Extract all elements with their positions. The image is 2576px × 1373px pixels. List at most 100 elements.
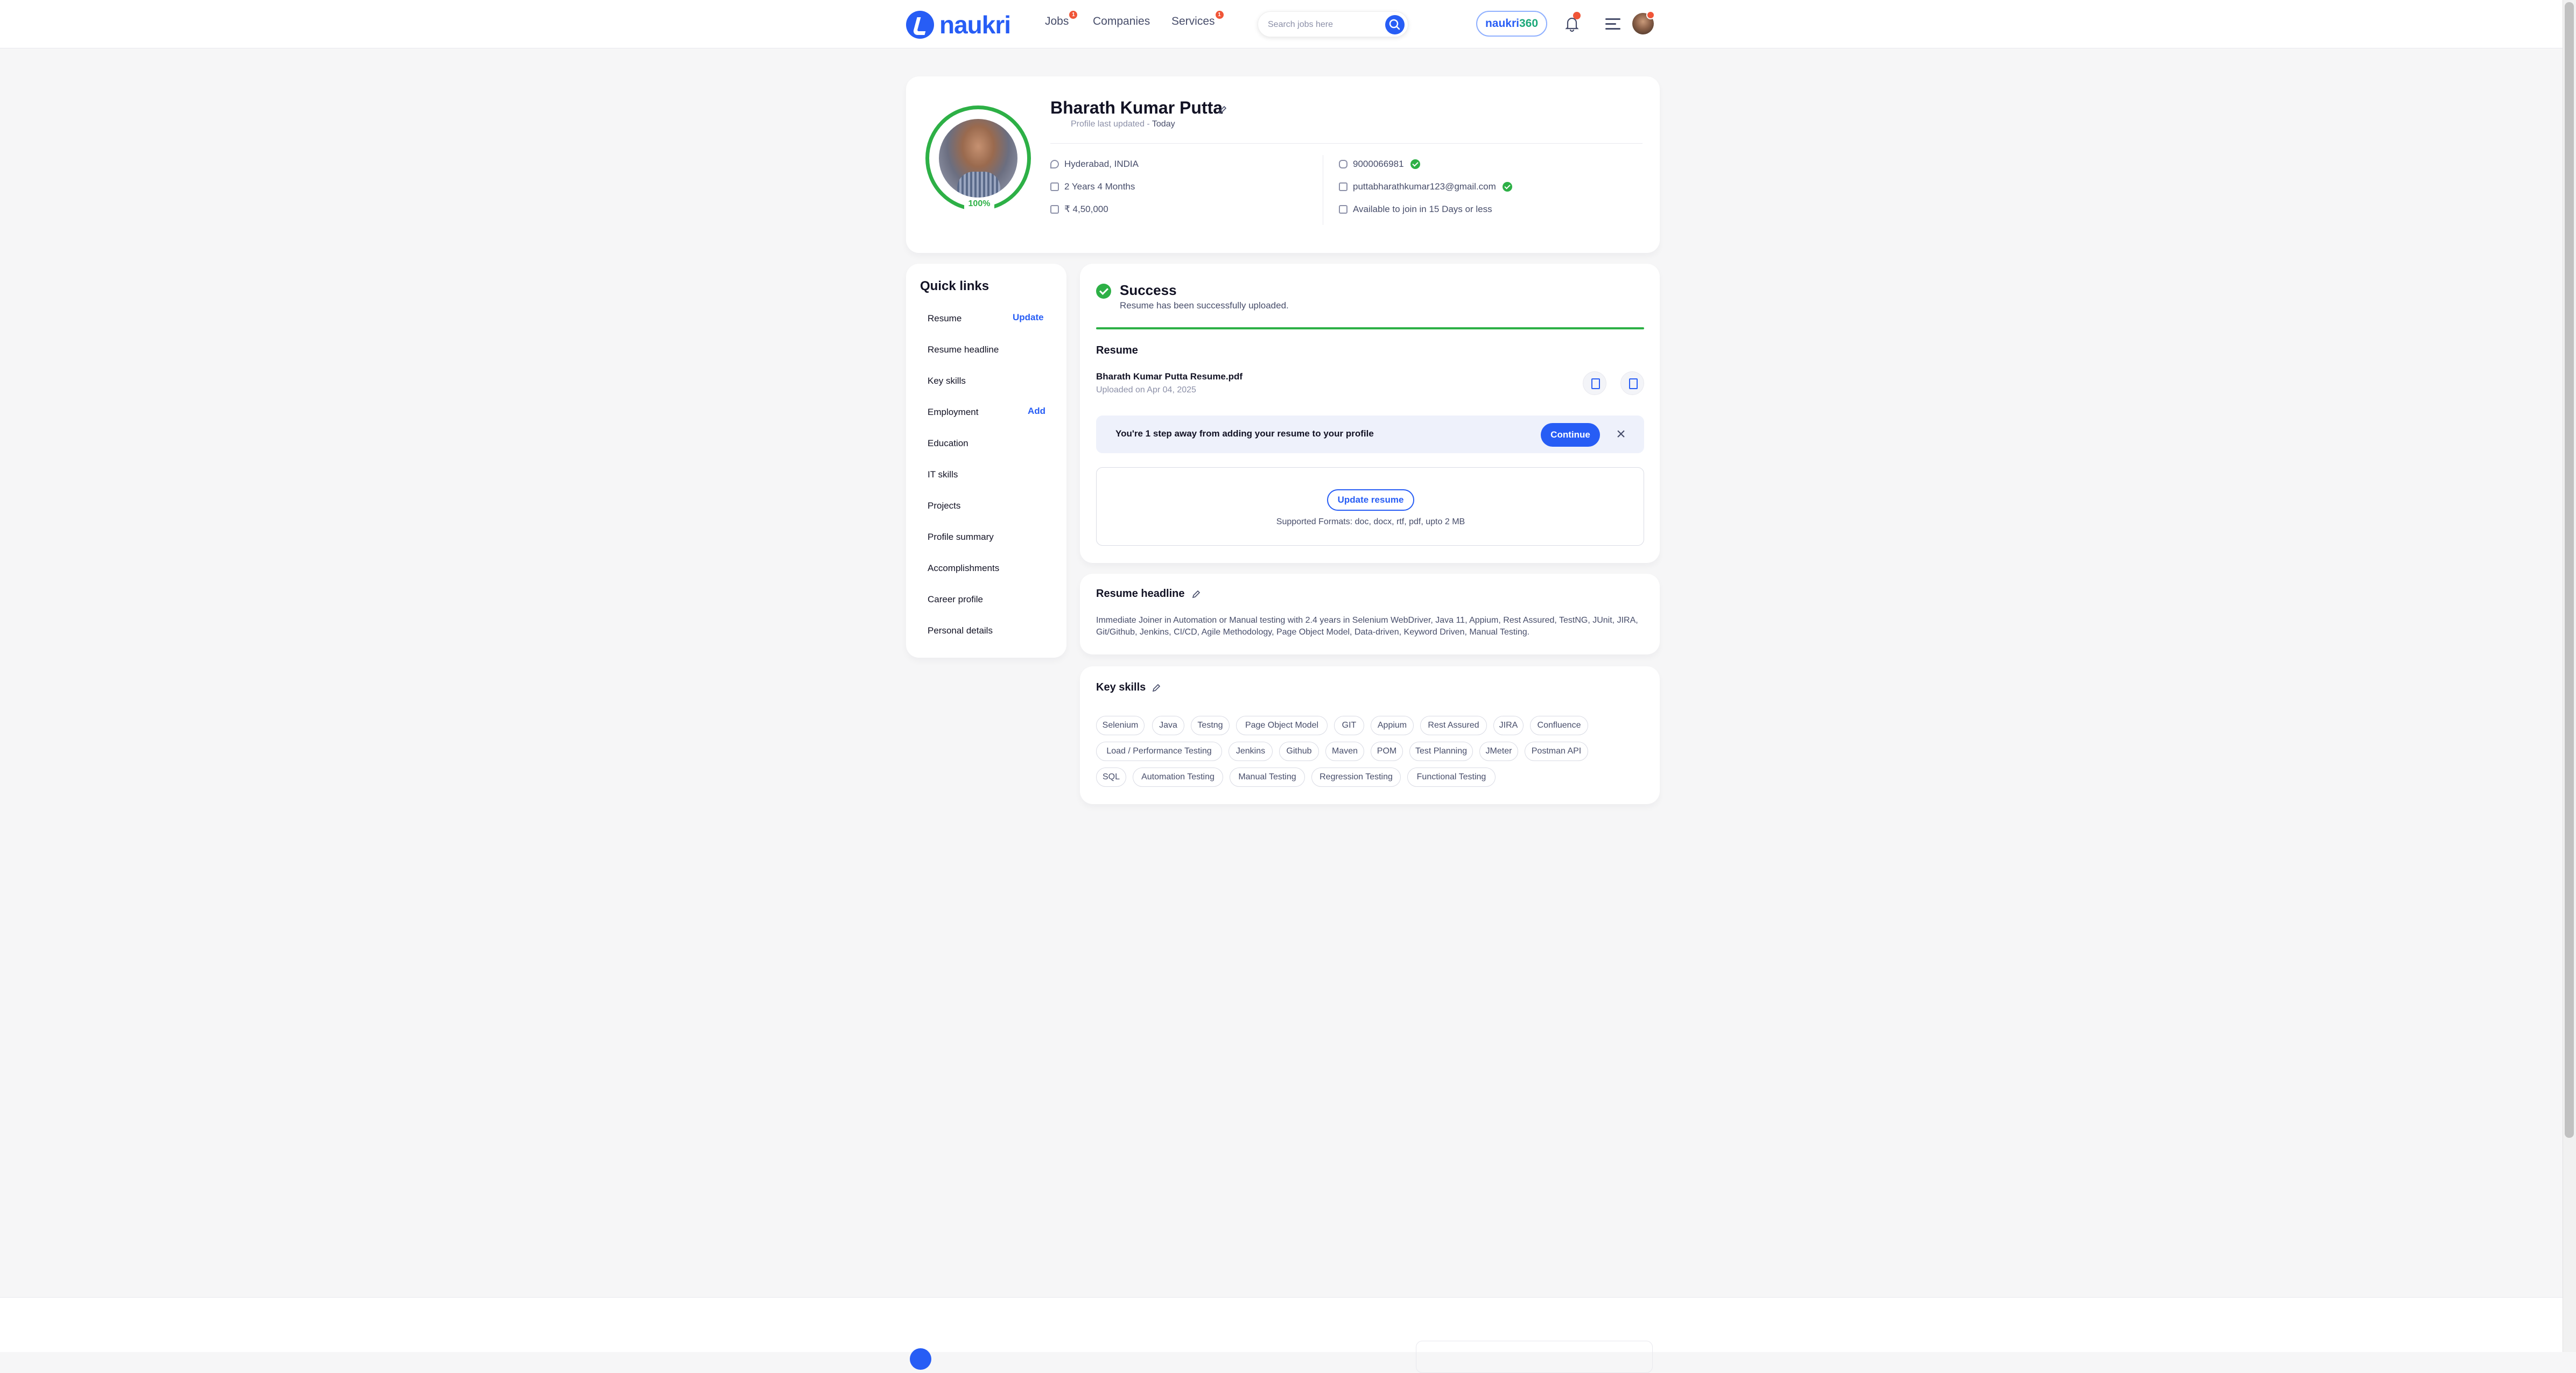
nav-companies-label: Companies <box>1093 15 1150 27</box>
updated-value: Today <box>1152 119 1175 129</box>
skill-chip: SQL <box>1096 768 1126 787</box>
menu-icon[interactable] <box>1605 18 1620 30</box>
phone-icon <box>1339 160 1347 168</box>
email-info: puttabharathkumar123@gmail.com <box>1339 181 1512 192</box>
skill-chip: Rest Assured <box>1420 716 1487 735</box>
logo-text: naukri <box>939 11 1011 39</box>
quick-link-personal-details[interactable]: Personal details <box>928 625 993 636</box>
completion-percent: 100% <box>964 199 994 211</box>
profile-photo[interactable] <box>939 119 1017 198</box>
skill-chip: Page Object Model <box>1236 716 1328 735</box>
search-icon <box>1389 19 1400 30</box>
nav-services-label: Services <box>1171 15 1215 27</box>
resume-banner: You're 1 step away from adding your resu… <box>1096 416 1644 453</box>
scrollbar-thumb[interactable] <box>2565 2 2574 1138</box>
search-bar[interactable] <box>1258 11 1408 37</box>
naukri-logo-icon <box>906 11 934 39</box>
quick-links-card: Quick links Resume Update Resume headlin… <box>906 264 1066 658</box>
quick-link-career-profile[interactable]: Career profile <box>928 594 983 605</box>
close-icon[interactable]: × <box>1613 426 1629 442</box>
availability-info: Available to join in 15 Days or less <box>1339 204 1492 215</box>
quick-link-key-skills[interactable]: Key skills <box>928 376 966 386</box>
top-header: naukri Jobs 1 Companies Services 1 naukr… <box>0 0 2576 48</box>
jobs-badge: 1 <box>1069 11 1078 19</box>
skill-chip: JIRA <box>1493 716 1524 735</box>
nav-jobs[interactable]: Jobs 1 <box>1045 11 1078 28</box>
skill-chip: Postman API <box>1525 742 1588 761</box>
skill-chip: Functional Testing <box>1407 768 1496 787</box>
salary-text: ₹ 4,50,000 <box>1064 204 1108 214</box>
continue-button[interactable]: Continue <box>1541 423 1600 447</box>
quick-link-profile-summary[interactable]: Profile summary <box>928 532 994 543</box>
resume-upload-date: Uploaded on Apr 04, 2025 <box>1096 385 1196 395</box>
banner-text: You're 1 step away from adding your resu… <box>1115 428 1374 439</box>
phone-info: 9000066981 <box>1339 159 1420 170</box>
search-input[interactable] <box>1267 18 1374 31</box>
headline-title: Resume headline <box>1096 588 1185 600</box>
page-footer <box>0 1297 2576 1373</box>
delete-icon[interactable] <box>1620 371 1644 395</box>
quick-link-projects[interactable]: Projects <box>928 501 960 511</box>
naukri-logo[interactable]: naukri <box>906 9 1011 41</box>
notification-badge <box>1573 12 1581 19</box>
nav-services[interactable]: Services 1 <box>1171 11 1224 28</box>
update-resume-button[interactable]: Update resume <box>1327 489 1414 511</box>
success-progress-bar <box>1096 327 1644 329</box>
skill-chip: Testng <box>1191 716 1230 735</box>
profile-completion-ring <box>925 105 1031 211</box>
resume-card: Success Resume has been successfully upl… <box>1080 264 1660 563</box>
quick-link-education[interactable]: Education <box>928 438 968 449</box>
email-text: puttabharathkumar123@gmail.com <box>1353 181 1496 192</box>
headline-text: Immediate Joiner in Automation or Manual… <box>1096 616 1638 637</box>
skill-chip: Automation Testing <box>1133 768 1223 787</box>
phone-text: 9000066981 <box>1353 159 1404 169</box>
footer-app-box <box>1416 1341 1653 1373</box>
naukri360-button[interactable]: naukri 360 <box>1476 11 1547 37</box>
email-verified-icon <box>1502 182 1512 192</box>
skill-chip: Confluence <box>1530 716 1588 735</box>
skill-chip: Appium <box>1371 716 1414 735</box>
skill-chip: JMeter <box>1479 742 1518 761</box>
success-check-icon <box>1096 284 1111 299</box>
quick-link-resume-headline[interactable]: Resume headline <box>928 344 999 355</box>
skill-chip: Jenkins <box>1229 742 1273 761</box>
edit-name-pencil-icon[interactable] <box>1217 104 1228 115</box>
upload-dropzone[interactable]: Update resume Supported Formats: doc, do… <box>1096 467 1644 546</box>
quick-link-it-skills[interactable]: IT skills <box>928 469 958 480</box>
calendar-icon <box>1339 205 1347 214</box>
skill-chip: Regression Testing <box>1311 768 1401 787</box>
employment-add-link[interactable]: Add <box>1028 406 1045 417</box>
key-skills-card: Key skills Selenium Java Testng Page Obj… <box>1080 666 1660 804</box>
nav-companies[interactable]: Companies <box>1093 15 1150 28</box>
skill-chip: Github <box>1279 742 1319 761</box>
location-info: Hyderabad, INDIA <box>1050 159 1139 170</box>
skill-chip: Load / Performance Testing <box>1096 742 1222 761</box>
resume-section-title: Resume <box>1096 344 1138 356</box>
phone-verified-icon <box>1410 159 1420 169</box>
location-icon <box>1050 160 1059 168</box>
updated-label: Profile last updated - <box>1071 119 1152 129</box>
wallet-icon <box>1050 205 1059 214</box>
edit-skills-pencil-icon[interactable] <box>1151 682 1162 693</box>
quick-links-title: Quick links <box>920 279 989 293</box>
resume-update-link[interactable]: Update <box>1013 312 1044 323</box>
mail-icon <box>1339 182 1347 191</box>
edit-headline-pencil-icon[interactable] <box>1191 589 1202 600</box>
quick-link-employment[interactable]: Employment <box>928 407 978 418</box>
quick-link-accomplishments[interactable]: Accomplishments <box>928 563 999 574</box>
skill-chip: Selenium <box>1096 716 1145 735</box>
experience-text: 2 Years 4 Months <box>1064 181 1135 192</box>
skill-chip: Manual Testing <box>1230 768 1305 787</box>
avatar-badge <box>1646 11 1655 19</box>
skill-chip: Java <box>1152 716 1184 735</box>
supported-formats: Supported Formats: doc, docx, rtf, pdf, … <box>1276 517 1465 526</box>
naukri360-label-b: 360 <box>1519 17 1539 30</box>
resume-file-name[interactable]: Bharath Kumar Putta Resume.pdf <box>1096 371 1243 382</box>
salary-info: ₹ 4,50,000 <box>1050 204 1108 215</box>
divider <box>1050 143 1643 144</box>
search-button[interactable] <box>1385 15 1405 34</box>
skill-chip: Test Planning <box>1409 742 1473 761</box>
skill-chip: Maven <box>1325 742 1364 761</box>
download-icon[interactable] <box>1583 371 1606 395</box>
quick-link-resume[interactable]: Resume <box>928 313 961 324</box>
